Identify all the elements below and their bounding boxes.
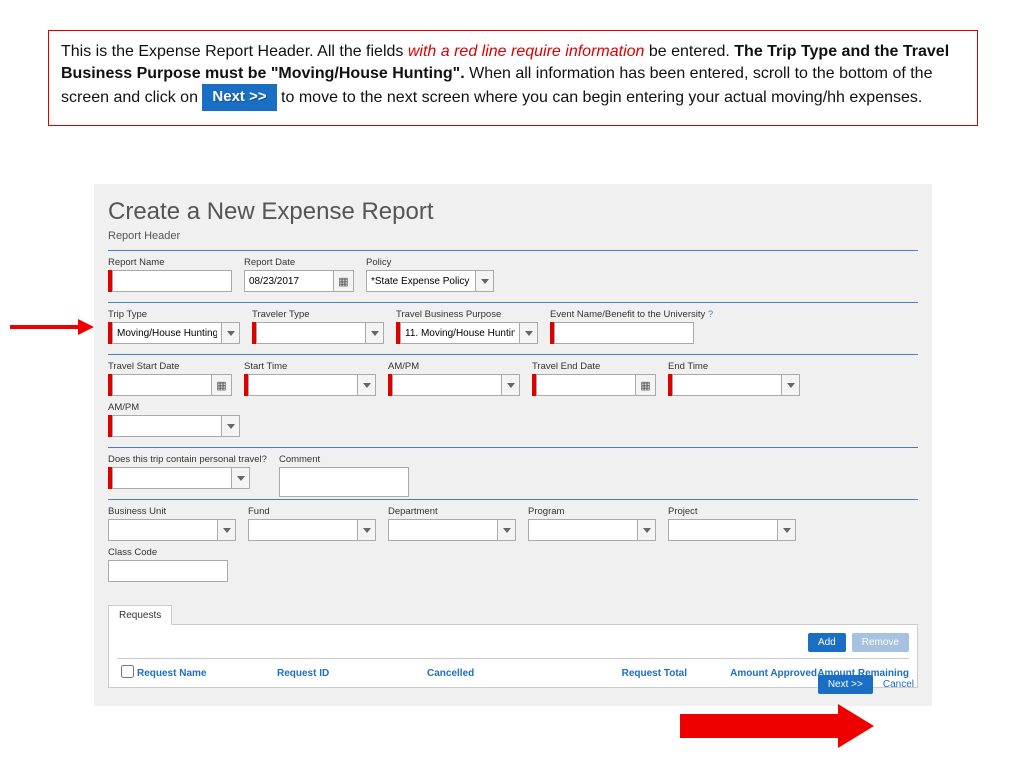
chevron-down-icon[interactable] [778,519,796,541]
chevron-down-icon[interactable] [502,374,520,396]
class-code-input[interactable] [108,560,228,582]
instruction-callout: This is the Expense Report Header. All t… [48,30,978,126]
fund-select[interactable] [248,519,358,541]
chevron-down-icon[interactable] [358,519,376,541]
next-button[interactable]: Next >> [818,675,873,694]
label-comment: Comment [279,454,409,465]
label-class: Class Code [108,547,228,558]
event-name-input[interactable] [554,322,694,344]
label-trip-type: Trip Type [108,309,240,320]
label-ampm: AM/PM [388,361,520,372]
chevron-down-icon[interactable] [232,467,250,489]
annotation-arrow-next [680,706,890,746]
section-2: Trip Type Traveler Type Travel Business … [108,302,918,352]
footer-actions: Next >> Cancel [818,675,914,694]
business-unit-select[interactable] [108,519,218,541]
label-prog: Program [528,506,656,517]
ampm-select[interactable] [392,374,502,396]
label-ampm2: AM/PM [108,402,240,413]
travel-start-date-input[interactable] [112,374,212,396]
calendar-icon[interactable]: ▦ [636,374,656,396]
start-time-select[interactable] [248,374,358,396]
chevron-down-icon[interactable] [520,322,538,344]
col-request-total[interactable]: Request Total [557,668,687,679]
travel-end-date-input[interactable] [536,374,636,396]
callout-text: This is the Expense Report Header. All t… [61,43,408,60]
section-5: Business Unit Fund Department Program Pr… [108,499,918,590]
add-button[interactable]: Add [808,633,846,652]
chevron-down-icon[interactable] [476,270,494,292]
label-proj: Project [668,506,796,517]
chevron-down-icon[interactable] [222,415,240,437]
calendar-icon[interactable]: ▦ [334,270,354,292]
project-select[interactable] [668,519,778,541]
chevron-down-icon[interactable] [218,519,236,541]
section-4: Does this trip contain personal travel? … [108,447,918,497]
label-st: Start Time [244,361,376,372]
chevron-down-icon[interactable] [782,374,800,396]
policy-select[interactable] [366,270,476,292]
comment-input[interactable] [279,467,409,497]
chevron-down-icon[interactable] [366,322,384,344]
annotation-arrow-trip-type [10,320,102,336]
page-title: Create a New Expense Report [108,198,918,226]
callout-red-text: with a red line require information [408,43,645,60]
callout-text: be entered. [644,43,734,60]
section-1: Report Name Report Date ▦ Policy [108,250,918,300]
label-dept: Department [388,506,516,517]
next-button-illustration: Next >> [202,84,276,111]
page-subtitle: Report Header [108,230,918,242]
label-personal: Does this trip contain personal travel? [108,454,267,465]
label-traveler-type: Traveler Type [252,309,384,320]
col-request-id[interactable]: Request ID [277,668,427,679]
label-report-name: Report Name [108,257,232,268]
travel-business-purpose-select[interactable] [400,322,520,344]
label-et: End Time [668,361,800,372]
trip-type-select[interactable] [112,322,222,344]
requests-section: Requests Add Remove Request Name Request… [108,604,918,688]
col-request-name[interactable]: Request Name [137,668,277,679]
table-header: Request Name Request ID Cancelled Reques… [117,658,909,687]
tab-requests[interactable]: Requests [108,605,172,625]
label-bu: Business Unit [108,506,236,517]
label-ted: Travel End Date [532,361,656,372]
label-tsd: Travel Start Date [108,361,232,372]
chevron-down-icon[interactable] [638,519,656,541]
report-name-input[interactable] [112,270,232,292]
program-select[interactable] [528,519,638,541]
help-icon[interactable]: ? [708,309,713,320]
traveler-type-select[interactable] [256,322,366,344]
cancel-link[interactable]: Cancel [883,679,914,690]
end-time-select[interactable] [672,374,782,396]
chevron-down-icon[interactable] [358,374,376,396]
callout-text: to move to the next screen where you can… [277,89,923,106]
ampm2-select[interactable] [112,415,222,437]
report-date-input[interactable] [244,270,334,292]
section-3: Travel Start Date ▦ Start Time AM/PM Trav… [108,354,918,445]
label-policy: Policy [366,257,494,268]
personal-travel-select[interactable] [112,467,232,489]
col-cancelled[interactable]: Cancelled [427,668,557,679]
remove-button: Remove [852,633,909,652]
department-select[interactable] [388,519,498,541]
chevron-down-icon[interactable] [222,322,240,344]
label-report-date: Report Date [244,257,354,268]
expense-report-panel: Create a New Expense Report Report Heade… [94,184,932,706]
label-event: Event Name/Benefit to the University ? [550,309,713,320]
col-amount-approved[interactable]: Amount Approved [687,668,817,679]
calendar-icon[interactable]: ▦ [212,374,232,396]
chevron-down-icon[interactable] [498,519,516,541]
select-all-checkbox[interactable] [121,665,134,678]
label-tbp: Travel Business Purpose [396,309,538,320]
label-fund: Fund [248,506,376,517]
